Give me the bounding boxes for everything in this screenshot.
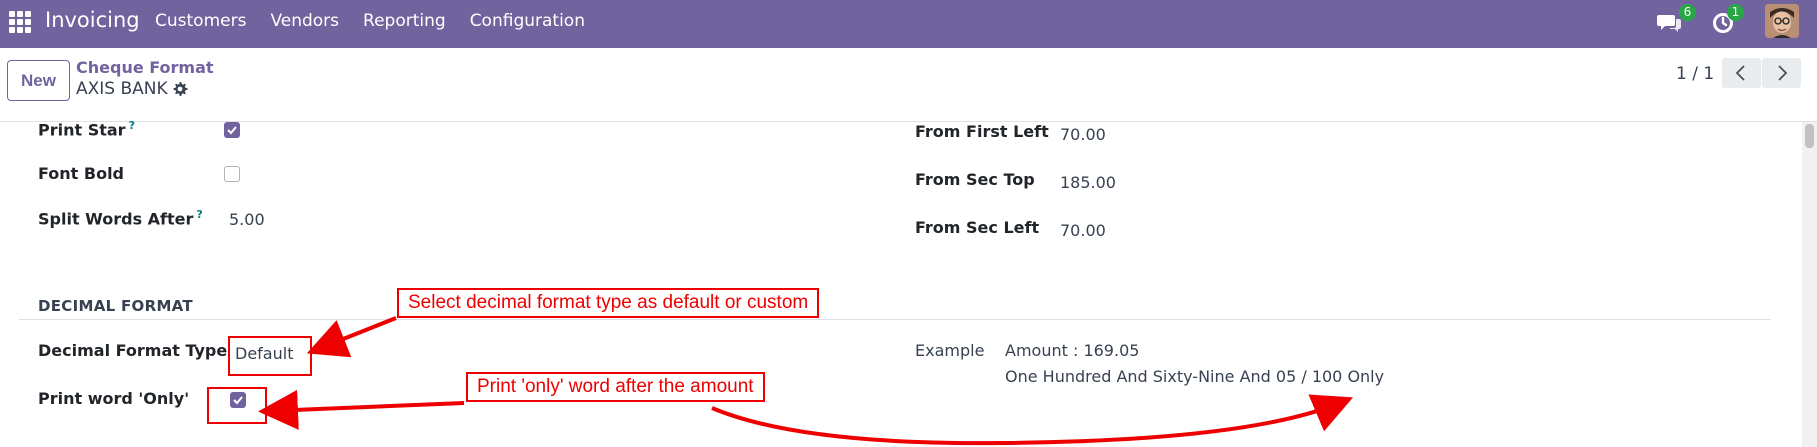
from-first-left-input[interactable]: 70.00: [1060, 125, 1106, 144]
breadcrumb-parent-link[interactable]: Cheque Format: [76, 58, 214, 77]
print-star-label: Print Star?: [38, 119, 135, 140]
activities-count-badge: 1: [1727, 4, 1744, 21]
menu-customers[interactable]: Customers: [155, 11, 246, 31]
from-sec-top-input[interactable]: 185.00: [1060, 173, 1116, 192]
font-bold-checkbox[interactable]: [224, 166, 240, 182]
from-sec-left-label: From Sec Left: [915, 218, 1040, 237]
control-panel: New Cheque Format AXIS BANK 1 / 1: [0, 48, 1817, 122]
pager-previous-button[interactable]: [1722, 58, 1761, 88]
decimal-type-highlight-box: [228, 336, 312, 376]
font-bold-label: Font Bold: [38, 164, 125, 183]
split-words-help-icon[interactable]: ?: [196, 208, 202, 221]
print-word-only-label: Print word 'Only': [38, 389, 190, 408]
from-first-left-label: From First Left: [915, 122, 1049, 141]
app-title[interactable]: Invoicing: [45, 8, 140, 32]
pager-next-button[interactable]: [1762, 58, 1801, 88]
vertical-scrollbar[interactable]: [1802, 122, 1817, 447]
example-amount-words: One Hundred And Sixty-Nine And 05 / 100 …: [1005, 367, 1385, 386]
chevron-left-icon: [1735, 65, 1745, 81]
main-menu: Customers Vendors Reporting Configuratio…: [155, 11, 609, 31]
scrollbar-thumb[interactable]: [1805, 124, 1814, 148]
messages-count-badge: 6: [1679, 4, 1696, 21]
example-amount: Amount : 169.05: [1005, 341, 1140, 360]
decimal-format-section-title: DECIMAL FORMAT: [38, 297, 193, 315]
decimal-format-type-label: Decimal Format Type: [38, 341, 228, 360]
example-label: Example: [915, 341, 985, 360]
pager-counter[interactable]: 1 / 1: [1676, 64, 1714, 84]
decimal-format-annotation: Select decimal format type as default or…: [397, 288, 820, 318]
split-words-after-input[interactable]: 5.00: [229, 210, 265, 229]
print-star-help-icon[interactable]: ?: [129, 119, 135, 132]
print-star-checkbox[interactable]: [224, 122, 240, 138]
chevron-right-icon: [1778, 65, 1788, 81]
breadcrumb-current: AXIS BANK: [76, 79, 168, 99]
menu-vendors[interactable]: Vendors: [270, 11, 339, 31]
gear-icon[interactable]: [172, 81, 188, 97]
apps-menu-icon[interactable]: [9, 11, 31, 33]
new-button[interactable]: New: [7, 60, 70, 101]
menu-configuration[interactable]: Configuration: [470, 11, 585, 31]
top-navbar: Invoicing Customers Vendors Reporting Co…: [0, 0, 1817, 48]
checkmark-icon: [227, 126, 237, 135]
user-avatar[interactable]: [1765, 4, 1799, 38]
print-only-highlight-box: [207, 387, 267, 424]
from-sec-top-label: From Sec Top: [915, 170, 1035, 189]
menu-reporting[interactable]: Reporting: [363, 11, 446, 31]
section-divider: [19, 319, 1771, 320]
from-sec-left-input[interactable]: 70.00: [1060, 221, 1106, 240]
print-only-annotation: Print 'only' word after the amount: [466, 372, 765, 402]
cheque-format-form: Print Star? Font Bold Split Words After?…: [0, 119, 1817, 447]
split-words-after-label: Split Words After?: [38, 208, 203, 229]
